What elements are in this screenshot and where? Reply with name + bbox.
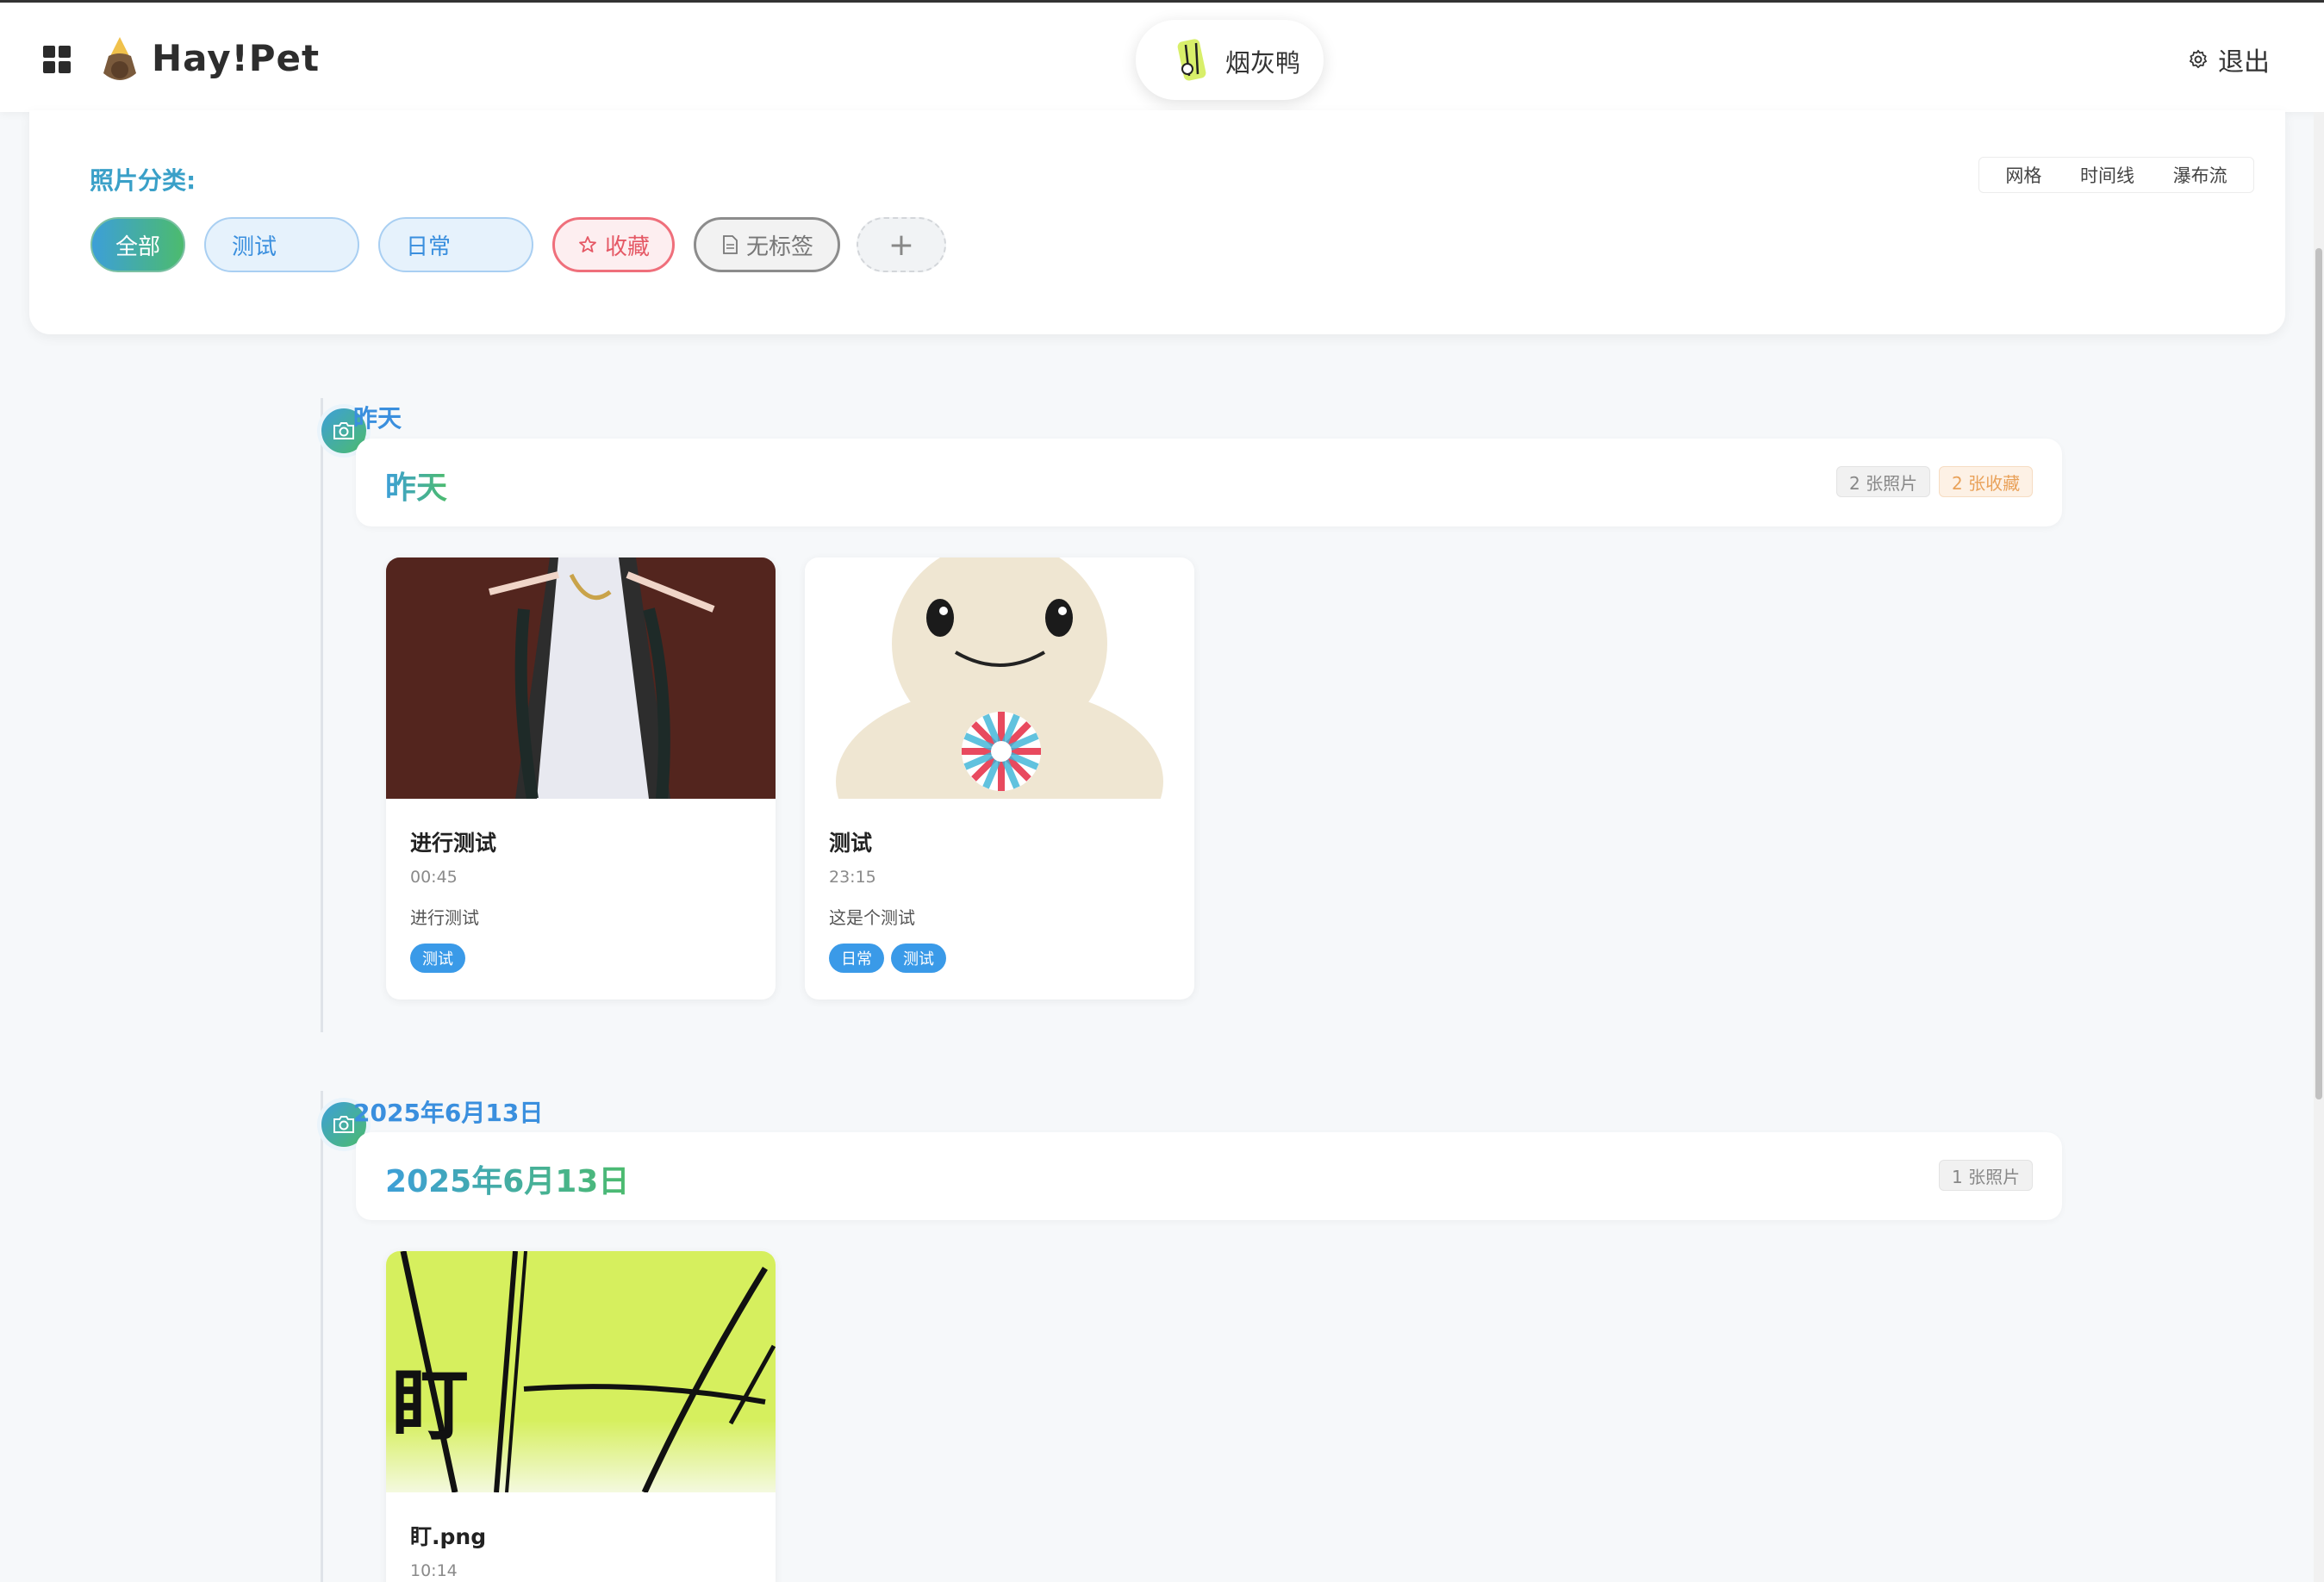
photo-time: 10:14 (410, 1561, 458, 1580)
document-icon (723, 235, 738, 254)
user-avatar (1177, 39, 1206, 81)
photo-count-badge: 1 张照片 (1939, 1160, 2034, 1191)
photo-tag[interactable]: 日常 (829, 944, 884, 973)
view-mode-switch: 网格 时间线 瀑布流 (1978, 157, 2254, 193)
plus-icon: + (888, 227, 915, 263)
photo-card[interactable]: 测试 23:15 这是个测试 日常 测试 (805, 557, 1194, 1000)
photo-thumbnail[interactable]: 盯 (386, 1251, 776, 1492)
user-profile-pill[interactable]: 烟灰鸭 (1136, 20, 1324, 100)
photo-time: 23:15 (829, 868, 876, 887)
photo-description: 进行测试 (410, 907, 479, 928)
photo-card[interactable]: 盯 盯.png 10:14 (386, 1251, 776, 1582)
date-group-header: 2025年6月13日 1 张照片 (356, 1132, 2062, 1220)
chip-favorite[interactable]: 收藏 (552, 217, 675, 272)
photo-tag[interactable]: 测试 (410, 944, 465, 973)
view-grid-option[interactable]: 网格 (2005, 162, 2041, 188)
date-group-title: 昨天 (385, 463, 447, 508)
chip-daily-label: 日常 (406, 234, 452, 260)
photo-title: 进行测试 (410, 831, 497, 856)
chip-daily[interactable]: 日常 (378, 217, 533, 272)
camera-icon (333, 1116, 354, 1133)
logout-button[interactable]: 退出 (2187, 42, 2270, 78)
photo-card[interactable]: 进行测试 00:45 进行测试 测试 (386, 557, 776, 1000)
photo-title: 测试 (829, 831, 873, 856)
app-grid-icon[interactable] (43, 46, 72, 75)
gear-icon (2189, 49, 2208, 69)
filter-panel: 照片分类: 网格 时间线 瀑布流 全部 测试 日常 收藏 无标签 + (29, 110, 2285, 334)
favorite-count-badge: 2 张收藏 (1939, 466, 2034, 497)
chip-test[interactable]: 测试 (204, 217, 359, 272)
category-title: 照片分类: (90, 166, 196, 195)
photo-tag[interactable]: 测试 (891, 944, 946, 973)
page-scrollbar-thumb[interactable] (2315, 248, 2322, 1099)
chip-all-label: 全部 (115, 234, 160, 260)
photo-count-badge: 2 张照片 (1836, 466, 1931, 497)
photo-time: 00:45 (410, 868, 458, 887)
app-name[interactable]: Hay!Pet (152, 37, 320, 79)
logout-label: 退出 (2218, 47, 2270, 78)
chip-favorite-label: 收藏 (604, 234, 650, 260)
timeline-line (321, 1091, 323, 1582)
photo-description: 这是个测试 (829, 907, 915, 928)
view-waterfall-option[interactable]: 瀑布流 (2173, 162, 2227, 188)
svg-text:盯: 盯 (391, 1361, 469, 1451)
user-name: 烟灰鸭 (1225, 48, 1301, 78)
chip-test-label: 测试 (232, 234, 277, 260)
view-timeline-option[interactable]: 时间线 (2080, 162, 2134, 188)
timeline-line (321, 398, 323, 1032)
chip-all[interactable]: 全部 (90, 217, 185, 272)
photo-title: 盯.png (410, 1524, 487, 1549)
photo-thumbnail[interactable] (386, 557, 776, 799)
date-group-header: 昨天 2 张照片 2 张收藏 (356, 439, 2062, 526)
chip-no-tag[interactable]: 无标签 (694, 217, 840, 272)
photo-thumbnail[interactable] (805, 557, 1194, 799)
logo-icon (103, 37, 136, 80)
date-group-title: 2025年6月13日 (385, 1156, 629, 1201)
camera-icon (333, 422, 354, 439)
chip-no-tag-label: 无标签 (745, 234, 813, 260)
top-bar: Hay!Pet 烟灰鸭 退出 (0, 0, 2324, 112)
add-category-button[interactable]: + (857, 217, 946, 272)
star-icon (579, 236, 596, 252)
timeline-date-label: 2025年6月13日 (353, 1099, 544, 1127)
timeline-date-label: 昨天 (353, 404, 402, 433)
